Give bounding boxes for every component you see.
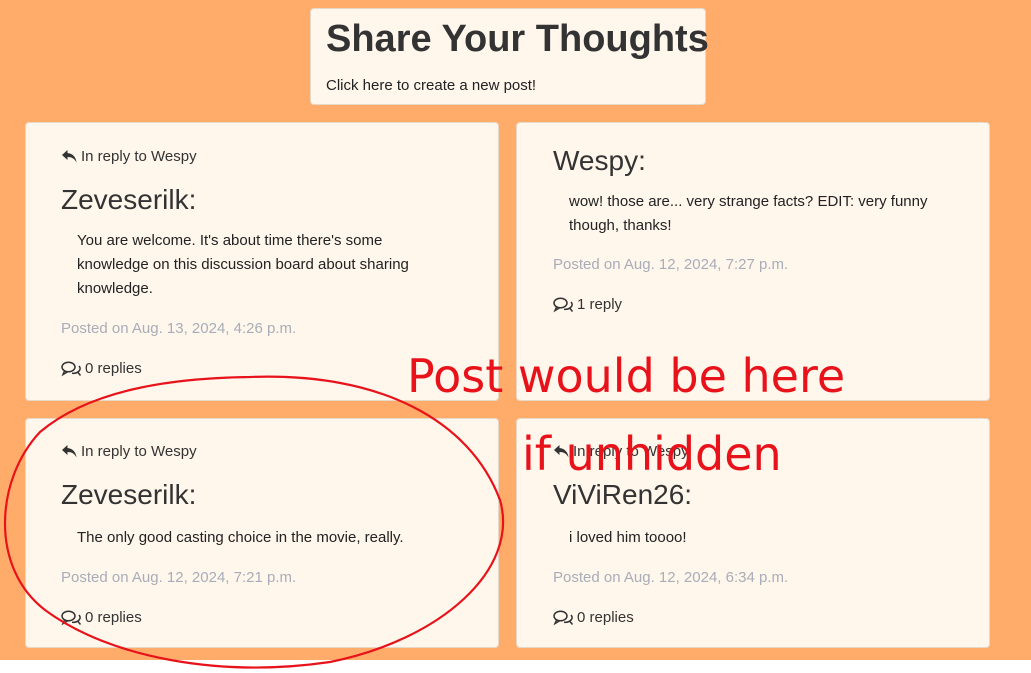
post-author: ViViRen26:: [553, 479, 693, 510]
annotation-line-1: Post would be here: [407, 349, 846, 403]
annotation-line-2: if unhidden: [522, 427, 782, 481]
comments-icon: [61, 609, 82, 626]
replies-link[interactable]: 0 replies: [61, 609, 142, 626]
reply-arrow-icon: [61, 149, 78, 164]
post-timestamp: Posted on Aug. 12, 2024, 7:21 p.m.: [61, 569, 297, 586]
post-timestamp: Posted on Aug. 12, 2024, 7:27 p.m.: [553, 256, 789, 273]
reply-arrow-icon: [61, 444, 78, 459]
page-title: Share Your Thoughts: [326, 18, 709, 60]
replies-count: 0 replies: [577, 609, 634, 626]
replies-count: 0 replies: [85, 609, 142, 626]
header-card: Share Your Thoughts Click here to create…: [310, 8, 709, 105]
reply-to-label: In reply to Wespy: [81, 443, 197, 460]
comments-icon: [553, 296, 574, 313]
post-timestamp: Posted on Aug. 13, 2024, 4:26 p.m.: [61, 320, 297, 337]
post-body: i loved him toooo!: [569, 529, 687, 546]
comments-icon: [553, 609, 574, 626]
reply-to-link[interactable]: In reply to Wespy: [61, 443, 197, 460]
comments-icon: [61, 360, 82, 377]
replies-link[interactable]: 1 reply: [553, 296, 622, 313]
post-body: You are welcome. It's about time there's…: [77, 232, 409, 297]
post-body: wow! those are... very strange facts? ED…: [569, 193, 928, 234]
post-timestamp: Posted on Aug. 12, 2024, 6:34 p.m.: [553, 569, 789, 586]
replies-link[interactable]: 0 replies: [553, 609, 634, 626]
create-post-link[interactable]: Click here to create a new post!: [326, 77, 536, 94]
reply-to-link[interactable]: In reply to Wespy: [61, 148, 197, 165]
replies-count: 0 replies: [85, 360, 142, 377]
post-author: Zeveserilk:: [61, 184, 197, 215]
post-card: In reply to Wespy Zeveserilk: The only g…: [25, 418, 499, 648]
replies-link[interactable]: 0 replies: [61, 360, 142, 377]
post-author: Wespy:: [553, 145, 646, 176]
reply-to-label: In reply to Wespy: [81, 148, 197, 165]
post-body: The only good casting choice in the movi…: [77, 529, 404, 546]
post-author: Zeveserilk:: [61, 479, 197, 510]
replies-count: 1 reply: [577, 296, 623, 313]
